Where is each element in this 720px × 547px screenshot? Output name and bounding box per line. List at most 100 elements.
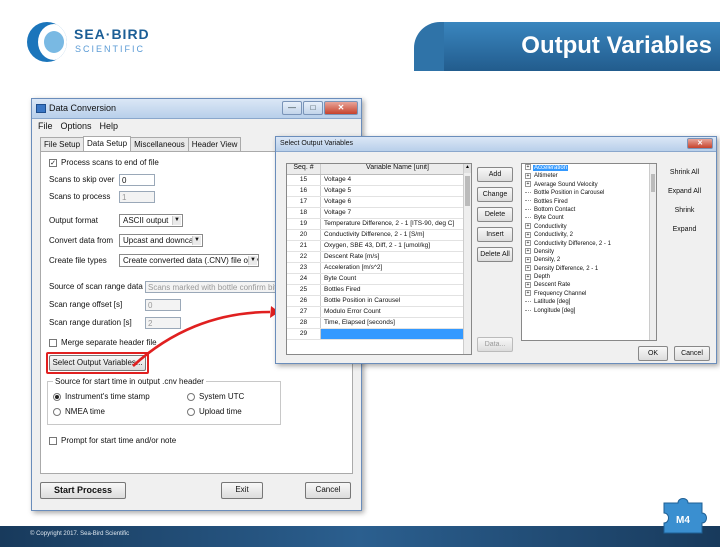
exit-button[interactable]: Exit bbox=[221, 482, 263, 499]
insert-button[interactable]: Insert bbox=[477, 227, 513, 242]
expand-all-button[interactable]: Expand All bbox=[662, 184, 707, 199]
menu-help[interactable]: Help bbox=[100, 121, 119, 131]
expand-icon[interactable]: + bbox=[525, 290, 531, 297]
tab-miscellaneous[interactable]: Miscellaneous bbox=[130, 137, 189, 152]
tree-item[interactable]: Bottle Position in Carousel bbox=[522, 189, 656, 197]
variable-name-cell[interactable]: Modulo Error Count bbox=[321, 307, 471, 317]
minimize-button[interactable]: — bbox=[282, 101, 302, 115]
process-scans-checkbox[interactable]: ✓ bbox=[49, 159, 57, 167]
sov-cancel-button[interactable]: Cancel bbox=[674, 346, 710, 361]
tree-item[interactable]: Bottles Fired bbox=[522, 198, 656, 206]
scroll-thumb[interactable] bbox=[465, 176, 470, 206]
tree-item[interactable]: + Conductivity, 2 bbox=[522, 231, 656, 239]
close-button[interactable]: ✕ bbox=[324, 101, 358, 115]
scroll-up-icon[interactable]: ▲ bbox=[464, 164, 471, 173]
table-row[interactable]: 24 Byte Count bbox=[287, 274, 471, 285]
menu-options[interactable]: Options bbox=[61, 121, 92, 131]
tab-header-view[interactable]: Header View bbox=[187, 137, 242, 152]
expand-icon[interactable]: + bbox=[525, 223, 531, 230]
convert-from-select[interactable]: Upcast and downcast ▼ bbox=[119, 234, 203, 247]
variable-name-cell[interactable]: Voltage 5 bbox=[321, 186, 471, 196]
maximize-button[interactable]: □ bbox=[303, 101, 323, 115]
tree-item[interactable]: Byte Count bbox=[522, 214, 656, 222]
prompt-checkbox[interactable] bbox=[49, 437, 57, 445]
variable-name-cell[interactable]: Bottle Position in Carousel bbox=[321, 296, 471, 306]
table-row[interactable]: 21 Oxygen, SBE 43, Diff, 2 - 1 [umol/kg] bbox=[287, 241, 471, 252]
add-button[interactable]: Add bbox=[477, 167, 513, 182]
expand-icon[interactable]: + bbox=[525, 231, 531, 238]
expand-icon[interactable]: + bbox=[525, 181, 531, 188]
radio-upload-time[interactable] bbox=[187, 408, 195, 416]
shrink-button[interactable]: Shrink bbox=[662, 203, 707, 218]
tree-scroll-thumb[interactable] bbox=[651, 174, 655, 192]
radio-nmea-time[interactable] bbox=[53, 408, 61, 416]
create-file-types-select[interactable]: Create converted data (.CNV) file only ▼ bbox=[119, 254, 259, 267]
variable-name-cell[interactable]: Oxygen, SBE 43, Diff, 2 - 1 [umol/kg] bbox=[321, 241, 471, 251]
tree-item[interactable]: + Density bbox=[522, 248, 656, 256]
expand-icon[interactable]: + bbox=[525, 164, 531, 171]
shrink-all-button[interactable]: Shrink All bbox=[662, 165, 707, 180]
table-row[interactable]: 18 Voltage 7 bbox=[287, 208, 471, 219]
tree-item[interactable]: + Density, 2 bbox=[522, 256, 656, 264]
tree-item[interactable]: + Acceleration bbox=[522, 164, 656, 172]
expand-icon[interactable]: + bbox=[525, 273, 531, 280]
scans-to-process-input[interactable]: 1 bbox=[119, 191, 155, 203]
variable-name-cell[interactable]: Voltage 6 bbox=[321, 197, 471, 207]
tree-item[interactable]: + Average Sound Velocity bbox=[522, 181, 656, 189]
table-row[interactable]: 25 Bottles Fired bbox=[287, 285, 471, 296]
table-row[interactable]: 27 Modulo Error Count bbox=[287, 307, 471, 318]
table-scrollbar[interactable]: ▲ bbox=[463, 164, 471, 354]
table-row[interactable]: 22 Descent Rate [m/s] bbox=[287, 252, 471, 263]
radio-instrument-time[interactable] bbox=[53, 393, 61, 401]
expand-icon[interactable]: + bbox=[525, 281, 531, 288]
delete-button[interactable]: Delete bbox=[477, 207, 513, 222]
expand-button[interactable]: Expand bbox=[662, 222, 707, 237]
merge-header-checkbox[interactable] bbox=[49, 339, 57, 347]
tab-data-setup[interactable]: Data Setup bbox=[83, 136, 132, 151]
delete-all-button[interactable]: Delete All bbox=[477, 247, 513, 262]
menu-file[interactable]: File bbox=[38, 121, 53, 131]
tab-file-setup[interactable]: File Setup bbox=[40, 137, 85, 152]
expand-icon[interactable]: + bbox=[525, 172, 531, 179]
tree-item[interactable]: + Depth bbox=[522, 273, 656, 281]
output-format-select[interactable]: ASCII output ▼ bbox=[119, 214, 183, 227]
table-row[interactable]: 19 Temperature Difference, 2 - 1 [ITS-90,… bbox=[287, 219, 471, 230]
tree-item[interactable]: + Density Difference, 2 - 1 bbox=[522, 265, 656, 273]
variable-name-cell[interactable]: Voltage 4 bbox=[321, 175, 471, 185]
tree-item[interactable]: Latitude [deg] bbox=[522, 298, 656, 306]
variable-name-cell[interactable]: Bottles Fired bbox=[321, 285, 471, 295]
sov-close-button[interactable]: ✕ bbox=[687, 138, 713, 149]
variable-name-cell[interactable]: Time, Elapsed [seconds] bbox=[321, 318, 471, 328]
variable-name-cell[interactable]: Descent Rate [m/s] bbox=[321, 252, 471, 262]
variable-name-cell[interactable]: Byte Count bbox=[321, 274, 471, 284]
scan-range-source-select[interactable]: Scans marked with bottle confirm bit bbox=[145, 281, 278, 293]
table-row[interactable]: 15 Voltage 4 bbox=[287, 175, 471, 186]
table-row[interactable]: 23 Acceleration [m/s^2] bbox=[287, 263, 471, 274]
tree-item[interactable]: + Conductivity Difference, 2 - 1 bbox=[522, 239, 656, 248]
tree-item[interactable]: + Altimeter bbox=[522, 172, 656, 180]
tree-item[interactable]: Bottom Contact bbox=[522, 206, 656, 214]
tree-item[interactable]: Longitude [deg] bbox=[522, 307, 656, 315]
scans-to-skip-input[interactable]: 0 bbox=[119, 174, 155, 186]
table-row[interactable]: 20 Conductivity Difference, 2 - 1 [S/m] bbox=[287, 230, 471, 241]
tree-scrollbar[interactable] bbox=[649, 164, 656, 340]
radio-system-utc[interactable] bbox=[187, 393, 195, 401]
table-row[interactable]: 17 Voltage 6 bbox=[287, 197, 471, 208]
data-button[interactable]: Data... bbox=[477, 337, 513, 352]
change-button[interactable]: Change bbox=[477, 187, 513, 202]
expand-icon[interactable]: + bbox=[525, 256, 531, 263]
start-process-button[interactable]: Start Process bbox=[40, 482, 126, 499]
table-row[interactable]: 28 Time, Elapsed [seconds] bbox=[287, 318, 471, 329]
table-row[interactable]: 26 Bottle Position in Carousel bbox=[287, 296, 471, 307]
variable-name-cell[interactable]: Voltage 7 bbox=[321, 208, 471, 218]
ok-button[interactable]: OK bbox=[638, 346, 668, 361]
expand-icon[interactable]: + bbox=[525, 265, 531, 272]
expand-icon[interactable]: + bbox=[525, 239, 531, 246]
cancel-button[interactable]: Cancel bbox=[305, 482, 351, 499]
variable-name-cell[interactable] bbox=[321, 329, 471, 339]
tree-item[interactable]: + Descent Rate bbox=[522, 281, 656, 289]
variable-name-cell[interactable]: Conductivity Difference, 2 - 1 [S/m] bbox=[321, 230, 471, 240]
table-row[interactable]: 29 bbox=[287, 329, 471, 340]
variable-name-cell[interactable]: Acceleration [m/s^2] bbox=[321, 263, 471, 273]
variable-name-cell[interactable]: Temperature Difference, 2 - 1 [ITS-90, d… bbox=[321, 219, 471, 229]
